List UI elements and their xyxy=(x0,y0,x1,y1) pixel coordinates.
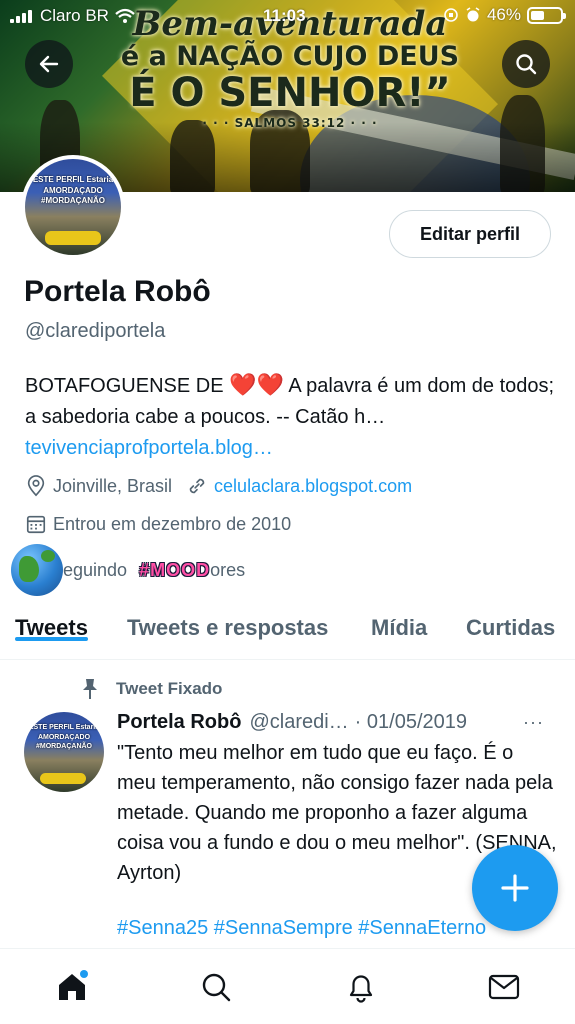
profile-meta-row: Joinville, Brasil celulaclara.blogspot.c… xyxy=(25,475,412,497)
banner-verse-line: É O SENHOR!” xyxy=(129,70,451,116)
avatar-text: #MORDAÇANÃO xyxy=(41,196,105,205)
tab-tweets[interactable]: Tweets xyxy=(15,598,88,641)
battery-percent: 46% xyxy=(486,5,521,24)
hearts-emoji: ❤️❤️ xyxy=(229,372,284,397)
tweet-author-handle[interactable]: @claredi… xyxy=(249,711,348,734)
avatar-yellow-shape xyxy=(40,773,86,784)
tab-media[interactable]: Mídia xyxy=(371,598,427,641)
edit-profile-button[interactable]: Editar perfil xyxy=(389,210,551,258)
profile-avatar[interactable]: ESTE PERFIL Estaria AMORDAÇADO #MORDAÇAN… xyxy=(21,155,125,259)
avatar-text: AMORDAÇADO xyxy=(43,186,103,195)
profile-joined-row: Entrou em dezembro de 2010 xyxy=(25,513,291,535)
mood-sticker: #MOOD xyxy=(139,559,211,580)
home-notification-dot xyxy=(80,970,88,978)
bottom-navigation xyxy=(0,948,575,1024)
signal-strength-icon xyxy=(10,9,32,23)
search-button[interactable] xyxy=(502,40,550,88)
followers-link[interactable]: ores xyxy=(210,560,245,581)
follow-stats: eguindo #MOOD ores xyxy=(11,544,245,596)
avatar-yellow-shape xyxy=(45,231,101,245)
tweet-more-options[interactable]: ··· xyxy=(523,712,544,733)
avatar-text: ESTE PERFIL Estaria xyxy=(32,175,114,184)
profile-location: Joinville, Brasil xyxy=(53,475,173,496)
tab-tweets-and-replies[interactable]: Tweets e respostas xyxy=(127,598,328,641)
compose-tweet-button[interactable] xyxy=(472,845,558,931)
bio-text: BOTAFOGUENSE DE xyxy=(25,375,224,397)
tweet-author-avatar[interactable]: ESTE PERFIL Estaria AMORDAÇADO #MORDAÇAN… xyxy=(24,712,104,792)
avatar-text: ESTE PERFIL Estaria xyxy=(28,724,100,731)
profile-website[interactable]: celulaclara.blogspot.com xyxy=(214,476,412,497)
tab-likes[interactable]: Curtidas xyxy=(466,598,555,641)
avatar-image: ESTE PERFIL Estaria AMORDAÇADO #MORDAÇAN… xyxy=(25,159,121,255)
nav-search[interactable] xyxy=(198,969,234,1005)
search-icon xyxy=(202,973,231,1002)
profile-tabs: Tweets Tweets e respostas Mídia Curtidas xyxy=(0,598,575,660)
nav-notifications[interactable] xyxy=(343,969,379,1005)
alarm-icon xyxy=(466,7,480,22)
banner-verse-line: é a NAÇÃO CUJO DEUS xyxy=(120,41,460,72)
calendar-icon xyxy=(26,515,46,534)
bio-link[interactable]: tevivenciaprofportela.blog… xyxy=(25,437,273,459)
nav-messages[interactable] xyxy=(486,969,522,1005)
tweet-date: · 01/05/2019 xyxy=(354,711,467,733)
wifi-icon xyxy=(115,8,135,23)
profile-handle: @clarediportela xyxy=(25,320,166,342)
profile-name: Portela Robô xyxy=(24,275,211,308)
pinned-tweet-label: Tweet Fixado xyxy=(80,678,222,700)
orientation-lock-icon xyxy=(444,8,458,22)
compose-plus-icon xyxy=(501,874,529,902)
avatar-text: #MORDAÇANÃO xyxy=(36,743,92,750)
link-icon xyxy=(189,478,205,494)
earth-globe-sticker-icon xyxy=(11,544,63,596)
banner-verse-reference: · · · SALMOS 33:12 · · · xyxy=(202,116,378,130)
nav-home[interactable] xyxy=(54,969,90,1005)
notifications-bell-icon xyxy=(349,975,373,1003)
location-pin-icon xyxy=(27,475,45,497)
messages-mail-icon xyxy=(488,974,520,1000)
pin-icon xyxy=(83,679,97,699)
avatar-text: AMORDAÇADO xyxy=(37,734,91,741)
tweet-author-name[interactable]: Portela Robô xyxy=(117,711,241,734)
status-time: 11:03 xyxy=(263,6,306,25)
profile-joined-date: Entrou em dezembro de 2010 xyxy=(53,513,292,534)
battery-icon xyxy=(527,6,566,24)
carrier-name: Claro BR xyxy=(40,6,109,25)
tweet-header: Portela Robô @claredi… · 01/05/2019 xyxy=(117,711,467,734)
back-arrow-icon xyxy=(39,55,59,73)
following-link[interactable]: eguindo xyxy=(63,560,127,581)
profile-bio: BOTAFOGUENSE DE ❤️❤️ A palavra é um dom … xyxy=(25,369,565,464)
battery-fill xyxy=(531,10,544,20)
pinned-tweet-text: Tweet Fixado xyxy=(116,679,223,698)
back-button[interactable] xyxy=(25,40,73,88)
status-bar: Claro BR 11:03 46% xyxy=(0,0,575,32)
tweet-hashtags[interactable]: #Senna25 #SennaSempre #SennaEterno xyxy=(117,917,486,940)
search-icon xyxy=(516,54,537,75)
